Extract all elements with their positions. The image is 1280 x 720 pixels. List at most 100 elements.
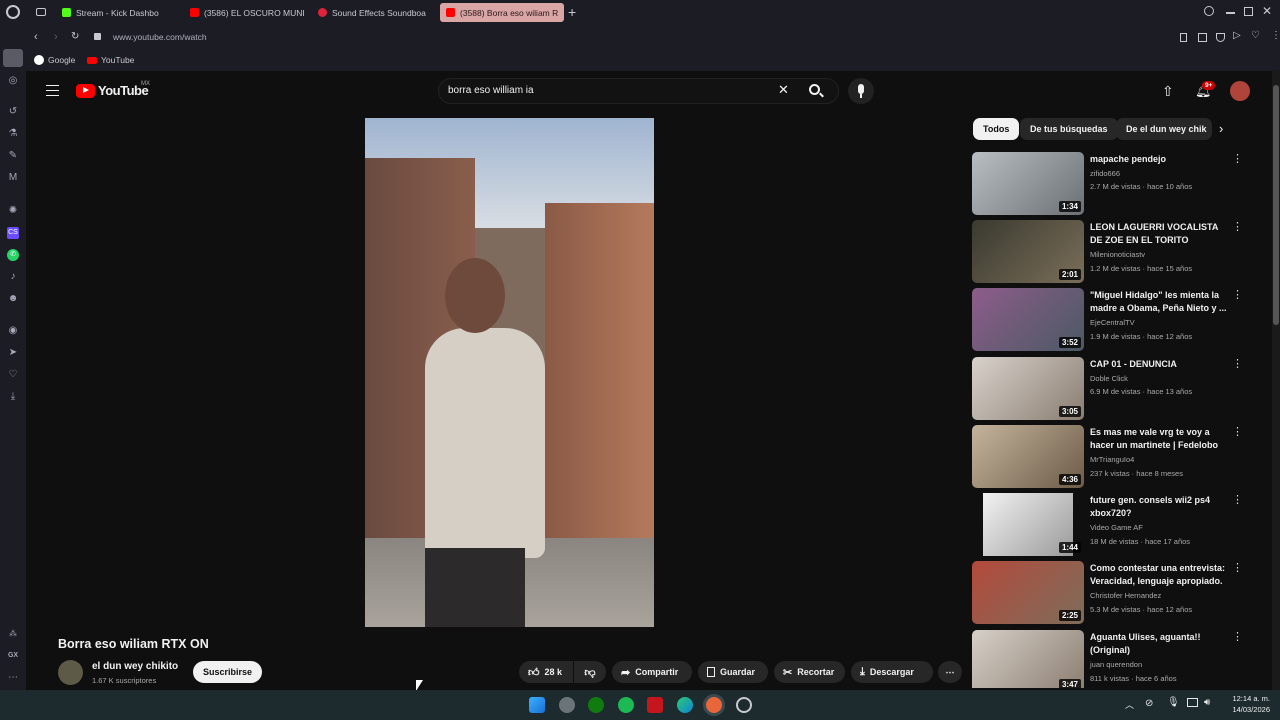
video-title[interactable]: Como contestar una entrevista: Veracidad… (1090, 562, 1228, 588)
ai-icon[interactable]: ◎ (7, 75, 19, 87)
browser-tab-kick[interactable]: Stream - Kick Dashbo (56, 3, 180, 22)
downloads-icon[interactable]: ⤓ (7, 391, 19, 403)
video-thumbnail[interactable]: 1:44 (972, 493, 1084, 556)
more-options-icon[interactable]: ⋮ (1232, 495, 1243, 506)
like-button[interactable]: 👍︎ 28 k (519, 661, 573, 683)
dislike-button[interactable]: 👎︎ (574, 661, 606, 683)
video-thumbnail[interactable]: 3:47 (972, 630, 1084, 688)
list-item[interactable]: 2:01 LEON LAGUERRI VOCALISTA DE ZOE EN E… (972, 220, 1243, 284)
list-item[interactable]: 1:44 future gen. consels wii2 ps4 xbox72… (972, 493, 1243, 557)
video-title[interactable]: CAP 01 - DENUNCIA (1090, 358, 1228, 371)
forward-icon[interactable]: › (54, 31, 58, 43)
clear-search-icon[interactable]: ✕ (778, 83, 789, 97)
voice-search-button[interactable] (848, 78, 874, 104)
video-thumbnail[interactable]: 2:25 (972, 561, 1084, 624)
video-thumbnail[interactable]: 2:01 (972, 220, 1084, 283)
video-title[interactable]: mapache pendejo (1090, 153, 1228, 166)
more-options-icon[interactable]: ⋮ (1232, 563, 1243, 574)
openai-icon[interactable]: ✺ (7, 205, 19, 217)
heart-icon[interactable]: ♡ (1251, 30, 1260, 41)
taskbar-date[interactable]: 14/03/2026 (1226, 705, 1270, 714)
back-icon[interactable]: ‹ (34, 31, 38, 43)
video-title[interactable]: LEON LAGUERRI VOCALISTA DE ZOE EN EL TOR… (1090, 221, 1228, 247)
scrollbar-thumb[interactable] (1273, 85, 1279, 325)
channel-name[interactable]: Video Game AF (1090, 523, 1143, 532)
tray-chevron-icon[interactable]: ︿ (1125, 698, 1134, 711)
tray-volume-icon[interactable]: 🔊︎ (1204, 697, 1210, 708)
channel-name[interactable]: juan querendon (1090, 660, 1142, 669)
hamburger-menu-icon[interactable] (46, 85, 59, 96)
bookmark-youtube[interactable]: YouTube (87, 55, 134, 65)
opera-menu-icon[interactable] (6, 5, 20, 19)
gx-label[interactable]: GX (7, 650, 19, 662)
m-app-icon[interactable]: M (7, 172, 19, 184)
more-options-icon[interactable]: ⋮ (1232, 222, 1243, 233)
channel-name[interactable]: Christofer Hernandez (1090, 591, 1161, 600)
list-item[interactable]: 1:34 mapache pendejo zifido666 2.7 M de … (972, 152, 1243, 216)
chips-next-icon[interactable]: › (1219, 122, 1223, 136)
youtube-logo[interactable]: YouTube (76, 83, 149, 98)
list-item[interactable]: 3:52 "Miguel Hidalgo" les mienta la madr… (972, 288, 1243, 352)
app-red-icon[interactable] (647, 697, 663, 713)
opera-gx-taskbar-icon[interactable] (706, 697, 722, 713)
shield-icon[interactable] (1216, 33, 1225, 42)
channel-name[interactable]: el dun wey chikito (92, 661, 178, 672)
page-scrollbar[interactable] (1272, 71, 1280, 690)
chip-del-canal[interactable]: De el dun wey chik (1116, 118, 1212, 140)
tray-network-icon[interactable] (1187, 698, 1198, 707)
sidebar-more-icon[interactable]: ⋯ (7, 672, 19, 684)
browser-tab-youtube-active[interactable]: (3588) Borra eso wiliam R (440, 3, 564, 22)
video-thumbnail[interactable]: 1:34 (972, 152, 1084, 215)
channel-name[interactable]: Milenionoticiastv (1090, 250, 1145, 259)
more-options-icon[interactable]: ⋮ (1232, 359, 1243, 370)
more-options-icon[interactable]: ⋮ (1232, 154, 1243, 165)
clip-button[interactable]: ✂ Recortar (774, 661, 845, 683)
more-options-icon[interactable]: ⋮ (1232, 427, 1243, 438)
download-button[interactable]: ⤓ Descargar (851, 661, 933, 683)
xbox-icon[interactable] (588, 697, 604, 713)
tiktok-icon[interactable]: ♪ (7, 271, 19, 283)
history-icon[interactable]: ↺ (7, 106, 19, 118)
tray-mute-icon[interactable]: ⊘ (1145, 698, 1153, 709)
close-window-icon[interactable]: ✕ (1262, 4, 1272, 18)
video-thumbnail[interactable]: 3:05 (972, 357, 1084, 420)
list-item[interactable]: 4:36 Es mas me vale vrg te voy a hacer u… (972, 425, 1243, 489)
video-title[interactable]: "Miguel Hidalgo" les mienta la madre a O… (1090, 289, 1228, 315)
url-field[interactable]: www.youtube.com/watch (113, 32, 207, 42)
minimize-icon[interactable] (1226, 12, 1235, 14)
list-item[interactable]: 2:25 Como contestar una entrevista: Vera… (972, 561, 1243, 625)
pinboard-icon[interactable]: ♡ (7, 369, 19, 381)
flask-icon[interactable]: ⚗ (7, 128, 19, 140)
start-menu-icon[interactable] (529, 697, 545, 713)
search-tabs-icon[interactable] (1204, 6, 1214, 16)
list-item[interactable]: 3:05 CAP 01 - DENUNCIA Doble Click 6.9 M… (972, 357, 1243, 421)
spotify-taskbar-icon[interactable] (618, 697, 634, 713)
cs-app-icon[interactable]: CS (7, 227, 19, 239)
video-title[interactable]: future gen. consels wii2 ps4 xbox720? (1090, 494, 1228, 520)
channel-name[interactable]: Doble Click (1090, 374, 1128, 383)
pen-icon[interactable]: ✎ (7, 150, 19, 162)
whatsapp-icon[interactable]: ✆ (7, 249, 19, 261)
subscribe-button[interactable]: Suscribirse (193, 661, 262, 683)
browser-tab-soundboard[interactable]: Sound Effects Soundboa (312, 3, 436, 22)
steam-like-icon[interactable] (736, 697, 752, 713)
video-thumbnail[interactable]: 3:52 (972, 288, 1084, 351)
browser-tab-youtube-oscuro[interactable]: (3586) EL OSCURO MUNI (184, 3, 308, 22)
more-options-icon[interactable]: ⋮ (1232, 290, 1243, 301)
spotify-icon[interactable]: ◉ (7, 325, 19, 337)
channel-name[interactable]: zifido666 (1090, 169, 1120, 178)
player-icon[interactable]: ▷ (1233, 30, 1241, 41)
extensions-icon[interactable]: ⁂ (7, 628, 19, 640)
tray-mic-icon[interactable]: 🎙︎ (1167, 697, 1180, 708)
chip-de-tus-busquedas[interactable]: De tus búsquedas (1020, 118, 1118, 140)
video-player[interactable] (365, 118, 654, 627)
maximize-icon[interactable] (1244, 7, 1253, 16)
send-icon[interactable]: ➤ (7, 347, 19, 359)
video-title[interactable]: Es mas me vale vrg te voy a hacer un mar… (1090, 426, 1228, 452)
taskbar-time[interactable]: 12:14 a. m. (1226, 694, 1270, 703)
edge-icon[interactable] (677, 697, 693, 713)
video-title[interactable]: Aguanta Ulises, aguanta!! (Original) (1090, 631, 1228, 657)
search-input[interactable]: borra eso william ia (448, 85, 768, 96)
channel-name[interactable]: MrTrianguIo4 (1090, 455, 1134, 464)
channel-name[interactable]: EjeCentralTV (1090, 318, 1135, 327)
